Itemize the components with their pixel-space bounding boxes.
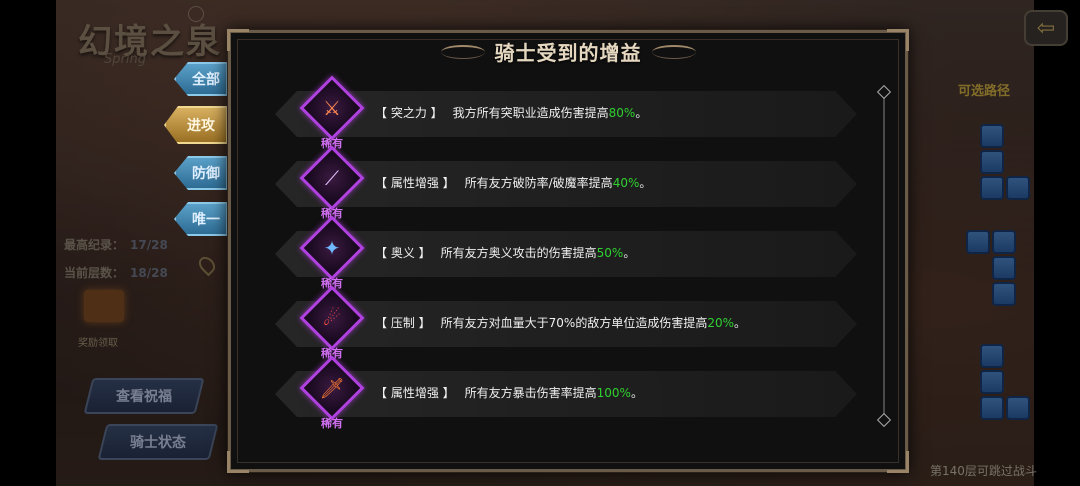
buff-text: 【 突之力 】我方所有突职业造成伤害提高80%。: [375, 104, 647, 121]
buff-name: 【 压制 】: [375, 316, 431, 330]
buff-text: 【 属性增强 】所有友方暴击伤害率提高100%。: [375, 384, 643, 401]
buff-desc: 所有友方暴击伤害率提高: [464, 386, 597, 400]
panel-corner-ornament: [887, 451, 909, 473]
tab-all-label: 全部: [192, 72, 220, 88]
rarity-label: 稀有: [321, 417, 343, 430]
fire-claw-icon: ☄: [323, 306, 341, 330]
buff-text: 【 奥义 】所有友方奥义攻击的伤害提高50%。: [375, 244, 635, 261]
scrollbar-bottom-cap[interactable]: [876, 412, 892, 428]
buff-name: 【 突之力 】: [375, 106, 443, 120]
tab-attack-label: 进攻: [187, 118, 215, 134]
buff-item[interactable]: ☄ 稀有 【 压制 】所有友方对血量大于70%的敌方单位造成伤害提高20%。: [275, 285, 857, 360]
buff-desc: 所有友方奥义攻击的伤害提高: [440, 246, 597, 260]
buff-percent: 50%: [596, 246, 624, 260]
buff-desc: 我方所有突职业造成伤害提高: [452, 106, 609, 120]
buff-text: 【 压制 】所有友方对血量大于70%的敌方单位造成伤害提高20%。: [375, 314, 746, 331]
panel-title: 骑士受到的增益: [494, 41, 642, 65]
buff-panel: 骑士受到的增益 ⚔ 稀有 【 突之力 】我方所有突职业造成伤害提高80%。 ⟋ …: [227, 29, 909, 473]
triple-blade-icon: ⚔: [323, 96, 341, 120]
buff-name: 【 属性增强 】: [375, 386, 455, 400]
buff-item[interactable]: ✦ 稀有 【 奥义 】所有友方奥义攻击的伤害提高50%。: [275, 215, 857, 290]
buff-text: 【 属性增强 】所有友方破防率/破魔率提高40%。: [375, 174, 651, 191]
buff-percent: 40%: [612, 176, 640, 190]
title-ornament-right: [651, 44, 696, 59]
panel-corner-ornament: [227, 451, 249, 473]
buff-item[interactable]: 🗡 稀有 【 属性增强 】所有友方暴击伤害率提高100%。: [275, 355, 857, 430]
blue-burst-icon: ✦: [323, 236, 341, 260]
title-ornament-left: [440, 44, 485, 59]
scrollbar[interactable]: [883, 91, 885, 421]
buff-desc: 所有友方对血量大于70%的敌方单位造成伤害提高: [440, 316, 708, 330]
panel-header: 骑士受到的增益: [231, 37, 905, 66]
buff-tail: 。: [635, 106, 648, 120]
buff-name: 【 属性增强 】: [375, 176, 455, 190]
buff-percent: 100%: [596, 386, 631, 400]
claw-slash-icon: ⟋: [325, 166, 339, 190]
buff-tail: 。: [630, 386, 643, 400]
buff-percent: 20%: [707, 316, 734, 330]
buff-item[interactable]: ⚔ 稀有 【 突之力 】我方所有突职业造成伤害提高80%。: [275, 75, 857, 150]
scrollbar-top-cap[interactable]: [876, 84, 892, 100]
buff-name: 【 奥义 】: [375, 246, 431, 260]
flame-sword-icon: 🗡: [319, 376, 345, 400]
buff-percent: 80%: [608, 106, 636, 120]
buff-desc: 所有友方破防率/破魔率提高: [464, 176, 613, 190]
buff-tail: 。: [639, 176, 652, 190]
buff-item[interactable]: ⟋ 稀有 【 属性增强 】所有友方破防率/破魔率提高40%。: [275, 145, 857, 220]
buff-tail: 。: [623, 246, 636, 260]
tab-defense-label: 防御: [192, 166, 220, 182]
tab-unique-label: 唯一: [192, 212, 220, 228]
buff-tail: 。: [734, 316, 747, 330]
